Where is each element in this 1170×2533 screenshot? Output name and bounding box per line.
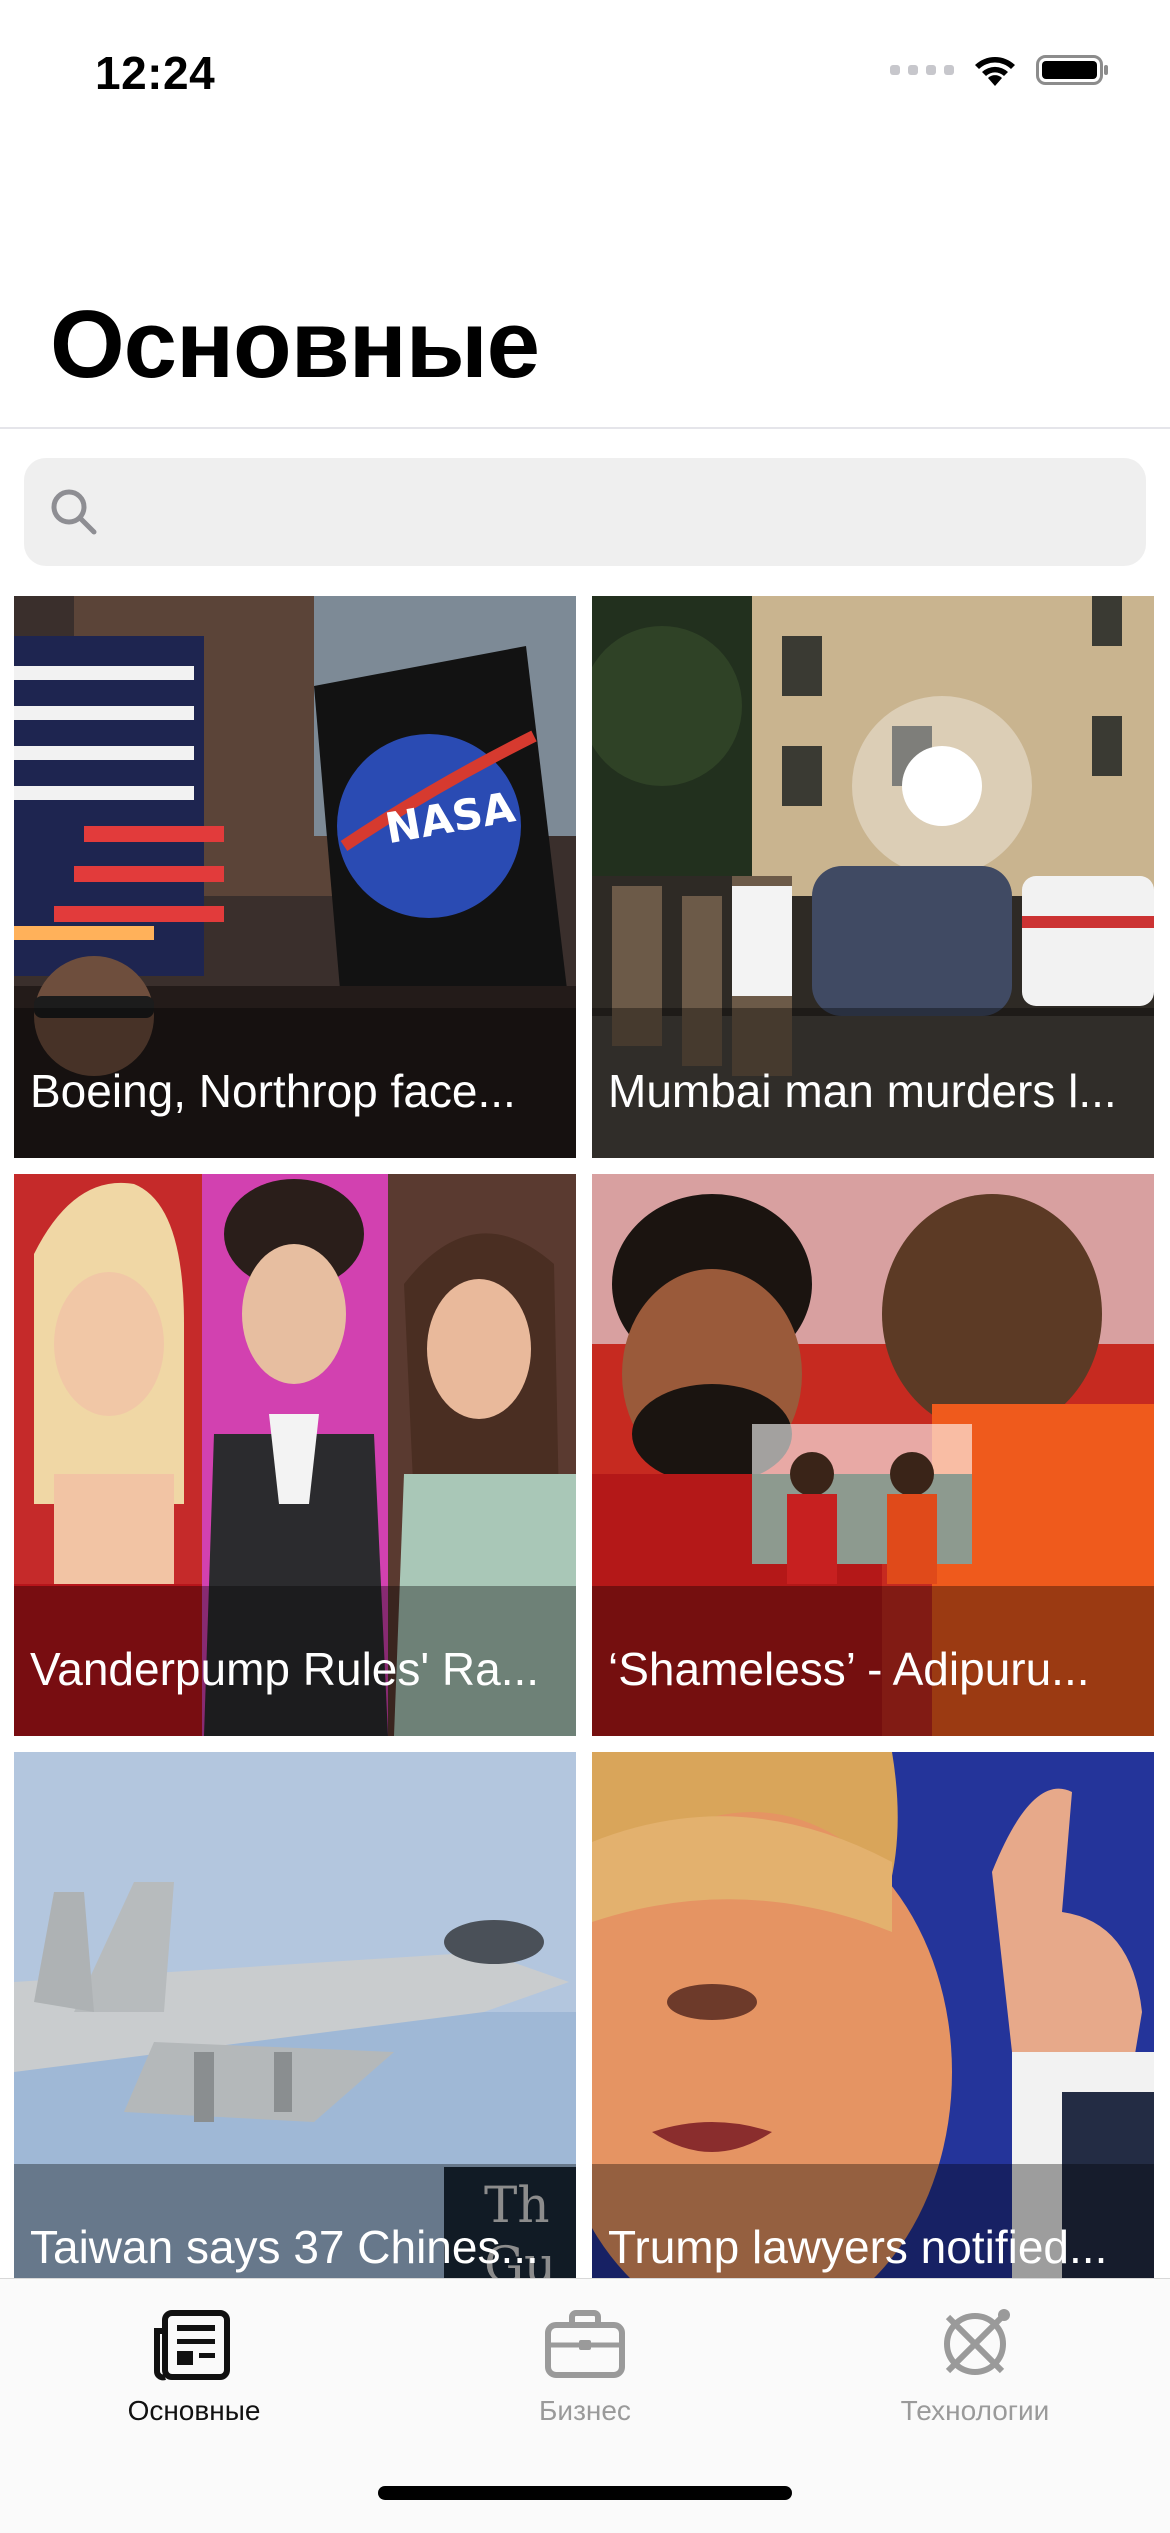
battery-icon (1036, 55, 1108, 85)
search-bar[interactable] (24, 458, 1146, 568)
tab-main[interactable]: Основные (69, 2301, 319, 2427)
news-card[interactable]: Trump lawyers notified... (592, 1752, 1154, 2278)
newspaper-icon (154, 2310, 230, 2381)
news-card[interactable]: Th Gu Taiwan says 37 Chines... (14, 1752, 576, 2278)
tab-technology[interactable]: Технологии (850, 2301, 1100, 2427)
article-title: Boeing, Northrop face... (30, 1065, 516, 1117)
caption-overlay: Boeing, Northrop face... (14, 1008, 576, 1158)
tab-business[interactable]: Бизнес (460, 2301, 710, 2427)
news-grid[interactable]: NASA Boeing, Northrop face... Mumbai man… (14, 596, 1154, 2278)
news-card[interactable]: Mumbai man murders l... (592, 596, 1154, 1158)
article-title: ‘Shameless’ - Adipuru... (608, 1643, 1090, 1695)
briefcase-icon (545, 2310, 625, 2378)
wifi-icon (975, 57, 1015, 86)
tab-label: Основные (127, 2395, 261, 2426)
tab-label: Бизнес (539, 2395, 631, 2426)
caption-overlay: Trump lawyers notified... (592, 2164, 1154, 2278)
search-icon (51, 489, 97, 535)
status-bar: 12:24 (0, 0, 1170, 150)
search-input[interactable] (120, 458, 1104, 568)
article-title: Trump lawyers notified... (608, 2221, 1108, 2273)
news-card[interactable]: Vanderpump Rules' Ra... (14, 1174, 576, 1736)
article-title: Taiwan says 37 Chines... (30, 2221, 539, 2273)
caption-overlay: ‘Shameless’ - Adipuru... (592, 1586, 1154, 1736)
cellular-signal-icon (890, 65, 954, 75)
globe-tech-icon (944, 2309, 1010, 2375)
news-card[interactable]: ‘Shameless’ - Adipuru... (592, 1174, 1154, 1736)
article-title: Vanderpump Rules' Ra... (30, 1643, 540, 1695)
caption-overlay: Vanderpump Rules' Ra... (14, 1586, 576, 1736)
article-title: Mumbai man murders l... (608, 1065, 1117, 1117)
tab-label: Технологии (900, 2395, 1050, 2426)
caption-overlay: Taiwan says 37 Chines... (14, 2164, 576, 2278)
header-divider (0, 427, 1170, 429)
home-indicator[interactable] (378, 2486, 792, 2500)
caption-overlay: Mumbai man murders l... (592, 1008, 1154, 1158)
status-icons (890, 52, 1110, 88)
page-title: Основные (50, 291, 540, 398)
status-time: 12:24 (95, 47, 216, 99)
news-card[interactable]: NASA Boeing, Northrop face... (14, 596, 576, 1158)
